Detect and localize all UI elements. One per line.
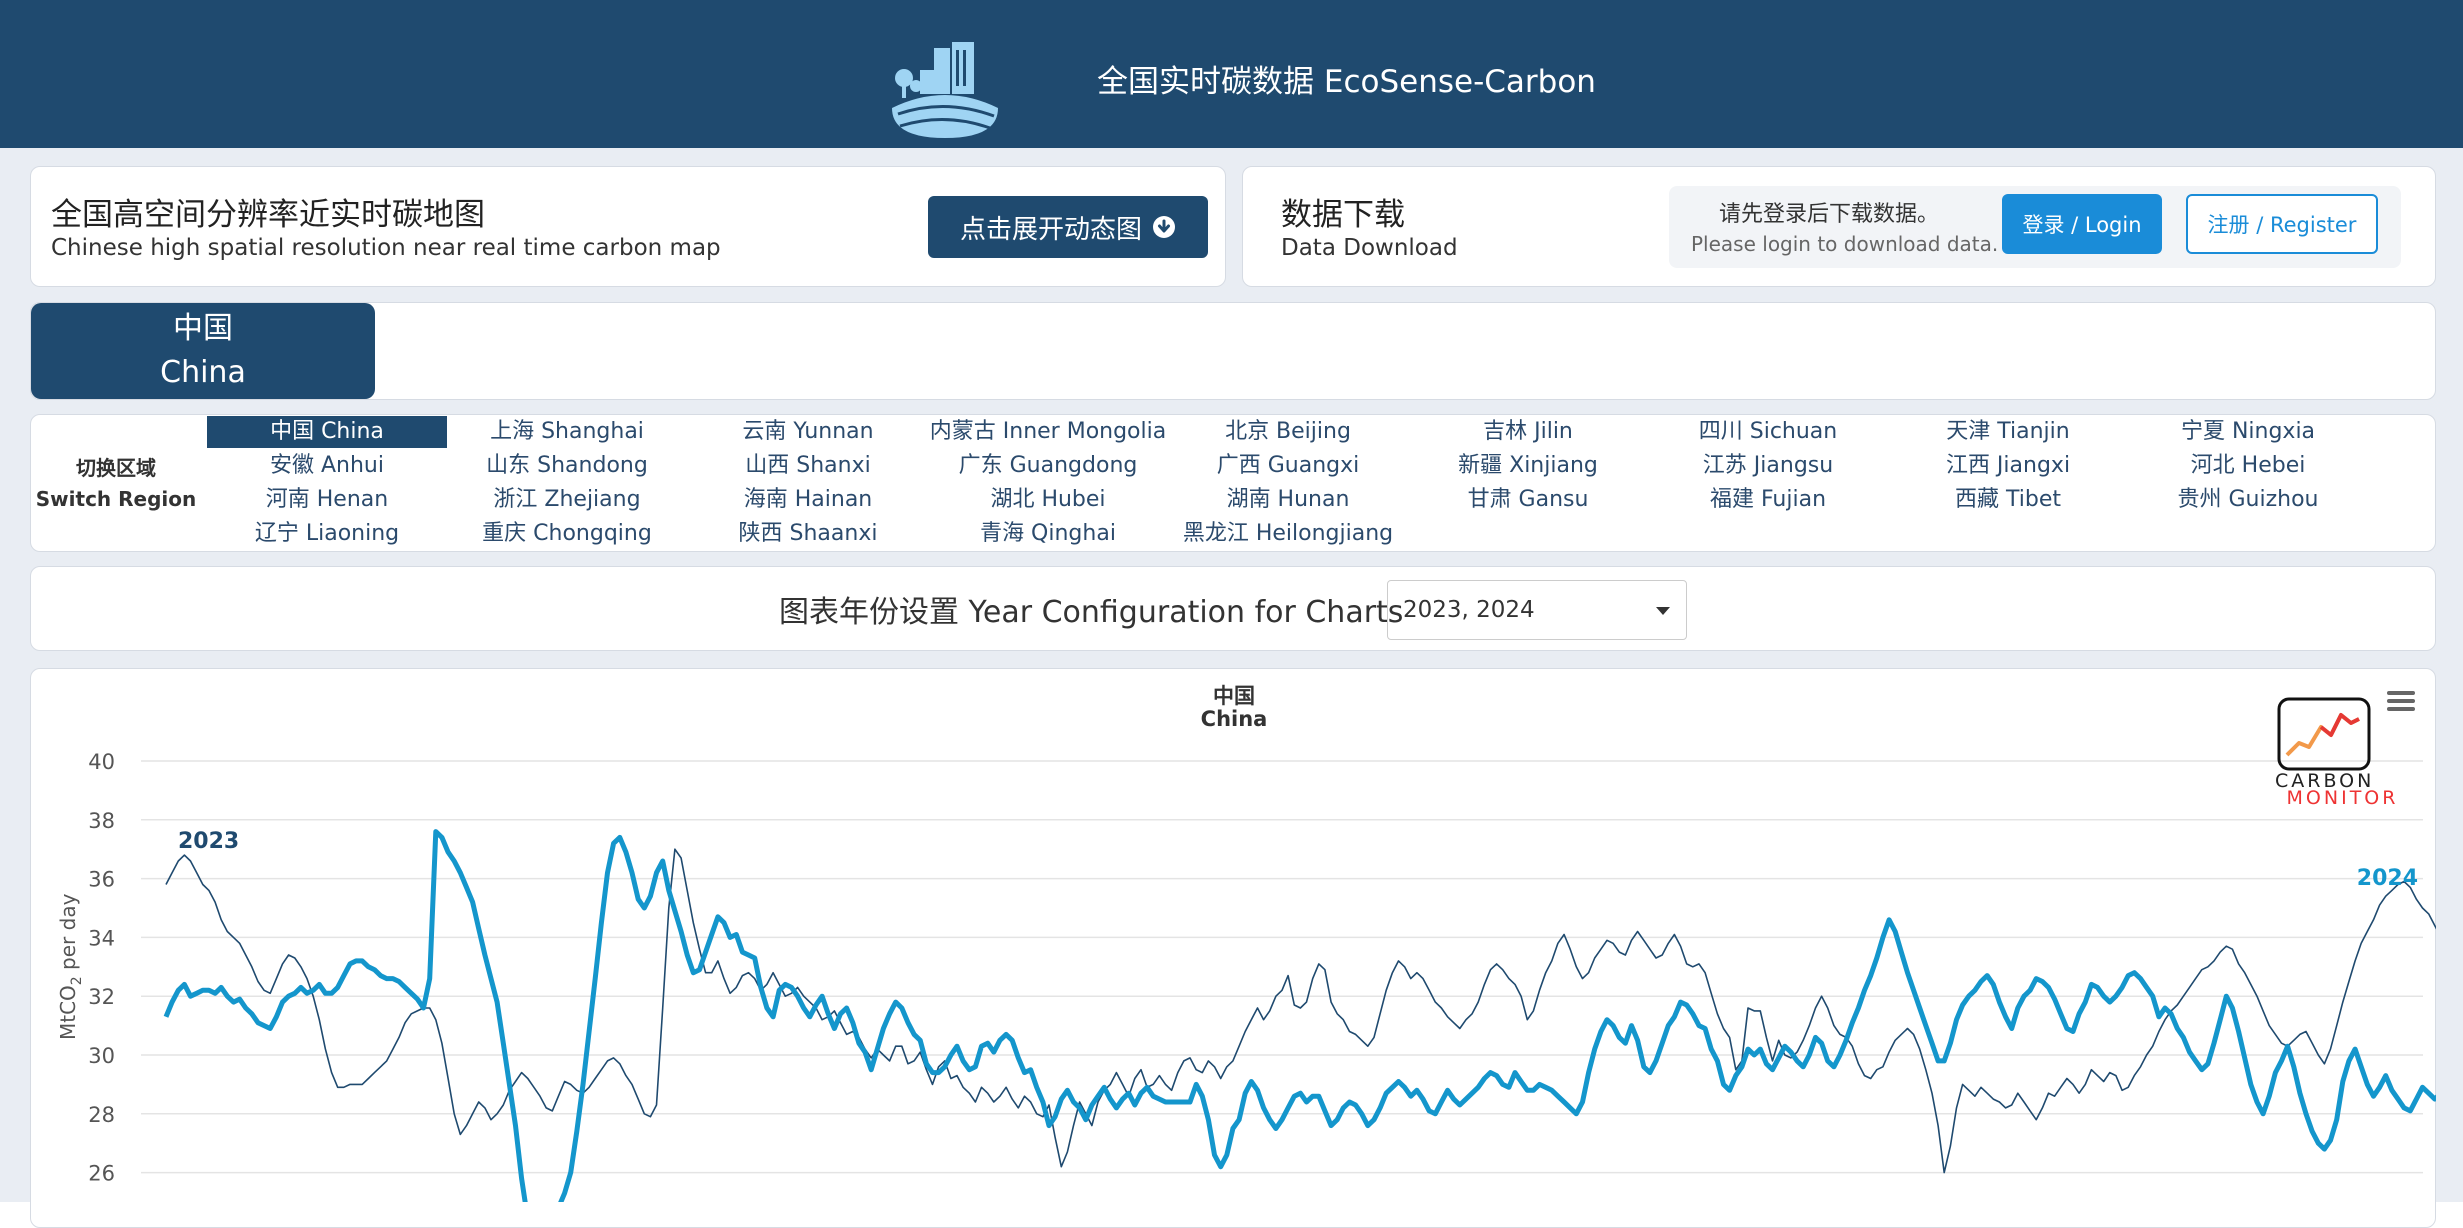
y-tick-label: 34: [88, 926, 115, 950]
region-item[interactable]: 吉林 Jilin: [1408, 416, 1648, 448]
country-tab-china[interactable]: 中国 China: [31, 303, 375, 399]
switch-region-label: 切换区域 Switch Region: [31, 453, 201, 515]
region-item[interactable]: 浙江 Zhejiang: [447, 484, 687, 516]
region-item[interactable]: 甘肃 Gansu: [1408, 484, 1648, 516]
region-item[interactable]: 广西 Guangxi: [1168, 450, 1408, 482]
region-item[interactable]: 陕西 Shaanxi: [688, 518, 928, 550]
switch-region-label-en: Switch Region: [35, 487, 197, 511]
country-tab-bar: 中国 China: [30, 302, 2436, 400]
login-button[interactable]: 登录 / Login: [2002, 194, 2162, 254]
chevron-down-icon: [1656, 607, 1670, 615]
y-tick-label: 38: [88, 809, 115, 833]
region-item[interactable]: 江西 Jiangxi: [1888, 450, 2128, 482]
region-item[interactable]: 湖北 Hubei: [928, 484, 1168, 516]
login-message-cn: 请先登录后下载数据。: [1719, 202, 1940, 227]
region-item[interactable]: 北京 Beijing: [1168, 416, 1408, 448]
year-select-dropdown[interactable]: 2023, 2024: [1387, 580, 1687, 640]
series-label-2023: 2023: [178, 829, 239, 854]
y-tick-label: 40: [88, 750, 115, 774]
carbon-monitor-text-monitor: MONITOR: [2286, 787, 2399, 809]
data-download-card: 数据下载 Data Download 请先登录后下载数据。 Please log…: [1242, 166, 2436, 287]
region-item[interactable]: 天津 Tianjin: [1888, 416, 2128, 448]
register-button[interactable]: 注册 / Register: [2186, 194, 2378, 254]
country-tab-cn: 中国: [173, 311, 233, 346]
region-item[interactable]: 湖南 Hunan: [1168, 484, 1408, 516]
region-item[interactable]: 重庆 Chongqing: [447, 518, 687, 550]
region-item[interactable]: 河南 Henan: [207, 484, 447, 516]
year-select-value: 2023, 2024: [1403, 597, 1535, 623]
region-item[interactable]: 新疆 Xinjiang: [1408, 450, 1648, 482]
carbon-map-card: 全国高空间分辨率近实时碳地图 Chinese high spatial reso…: [30, 166, 1226, 287]
login-message-en: Please login to download data.: [1691, 232, 1999, 256]
region-item[interactable]: 黑龙江 Heilongjiang: [1168, 518, 1408, 550]
y-axis-label: MtCO2 per day: [56, 893, 85, 1040]
emissions-line-chart: 26 28 30 32 34 36 38 40 MtCO2 per day 2023 2024: [56, 750, 2436, 1202]
switch-region-label-cn: 切换区域: [76, 456, 156, 480]
region-item[interactable]: 辽宁 Liaoning: [207, 518, 447, 550]
region-item[interactable]: 海南 Hainan: [688, 484, 928, 516]
region-item[interactable]: 福建 Fujian: [1648, 484, 1888, 516]
region-item[interactable]: 宁夏 Ningxia: [2128, 416, 2368, 448]
top-header: 全国实时碳数据 EcoSense-Carbon: [0, 0, 2463, 148]
region-item[interactable]: 青海 Qinghai: [928, 518, 1168, 550]
region-item[interactable]: 山东 Shandong: [447, 450, 687, 482]
data-download-title: 数据下载: [1281, 197, 1405, 233]
menu-bar: [2387, 691, 2415, 695]
app-title: 全国实时碳数据 EcoSense-Carbon: [1097, 64, 1596, 100]
carbon-map-title: 全国高空间分辨率近实时碳地图: [51, 197, 485, 233]
region-item[interactable]: 贵州 Guizhou: [2128, 484, 2368, 516]
series-line-2023: [165, 848, 2436, 1174]
expand-dynamic-map-button[interactable]: 点击展开动态图: [928, 196, 1208, 258]
region-item[interactable]: 西藏 Tibet: [1888, 484, 2128, 516]
region-item[interactable]: 广东 Guangdong: [928, 450, 1168, 482]
region-item[interactable]: 中国 China: [207, 416, 447, 448]
region-item[interactable]: 上海 Shanghai: [447, 416, 687, 448]
menu-bar: [2387, 699, 2415, 703]
country-tab-en: China: [160, 355, 246, 390]
region-switcher: 切换区域 Switch Region 中国 China 上海 Shanghai 云南…: [30, 414, 2436, 552]
y-tick-label: 30: [88, 1044, 115, 1068]
data-download-subtitle: Data Download: [1281, 235, 1458, 261]
arrow-down-circle-icon: [1153, 216, 1175, 238]
region-item[interactable]: 江苏 Jiangsu: [1648, 450, 1888, 482]
region-item[interactable]: 云南 Yunnan: [688, 416, 928, 448]
menu-bar: [2387, 707, 2415, 711]
region-item[interactable]: 河北 Hebei: [2128, 450, 2368, 482]
chart-menu-icon[interactable]: [2387, 691, 2415, 713]
year-config-label: 图表年份设置 Year Configuration for Charts: [779, 595, 1404, 630]
y-tick-label: 32: [88, 985, 115, 1009]
series-line-2024: [163, 829, 2436, 1202]
year-config-card: 图表年份设置 Year Configuration for Charts 202…: [30, 566, 2436, 651]
region-item[interactable]: 内蒙古 Inner Mongolia: [928, 416, 1168, 448]
region-item[interactable]: 安徽 Anhui: [207, 450, 447, 482]
region-item[interactable]: 山西 Shanxi: [688, 450, 928, 482]
expand-button-label: 点击展开动态图: [959, 214, 1142, 245]
login-prompt-box: 请先登录后下载数据。 Please login to download data…: [1669, 186, 2401, 268]
city-landscape-logo-icon: [892, 42, 998, 138]
y-tick-label: 26: [88, 1162, 115, 1186]
y-tick-label: 28: [88, 1103, 115, 1127]
series-label-2024: 2024: [2357, 866, 2418, 891]
region-item[interactable]: 四川 Sichuan: [1648, 416, 1888, 448]
y-tick-label: 36: [88, 868, 115, 892]
carbon-map-subtitle: Chinese high spatial resolution near rea…: [51, 235, 721, 261]
